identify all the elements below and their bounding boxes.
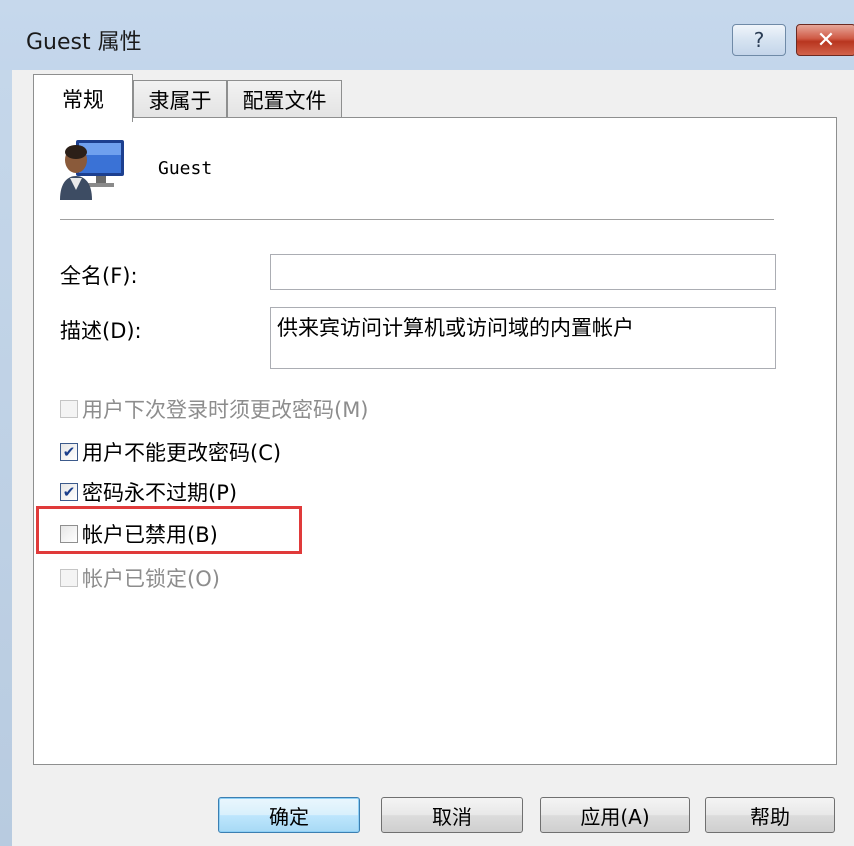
option-cannot-change-password[interactable]: ✔ 用户不能更改密码(C) xyxy=(60,438,281,466)
tab-profile-label: 配置文件 xyxy=(242,88,327,113)
ok-button[interactable]: 确定 xyxy=(218,797,360,833)
highlight-annotation xyxy=(36,506,302,554)
window-frame-left xyxy=(0,70,12,846)
fullname-label: 全名(F): xyxy=(60,264,138,288)
help-button-label: 帮助 xyxy=(750,804,790,829)
username-text: Guest xyxy=(158,158,213,179)
apply-button-label: 应用(A) xyxy=(580,804,650,829)
window-title: Guest 属性 xyxy=(26,30,142,55)
help-button[interactable]: 帮助 xyxy=(705,797,835,833)
cannot-change-password-label: 用户不能更改密码(C) xyxy=(82,441,282,465)
tab-general-label: 常规 xyxy=(62,87,104,112)
header-divider xyxy=(60,219,774,221)
cannot-change-password-checkbox[interactable]: ✔ xyxy=(60,443,78,461)
account-locked-label: 帐户已锁定(O) xyxy=(82,567,220,591)
cancel-button[interactable]: 取消 xyxy=(381,797,523,833)
properties-dialog: Guest 属性 ? ✕ 常规 隶属于 配置文件 Guest 全名(F): 描述… xyxy=(0,0,854,846)
password-never-expires-label: 密码永不过期(P) xyxy=(82,481,238,505)
question-icon: ? xyxy=(753,28,765,52)
ok-button-label: 确定 xyxy=(269,804,309,829)
user-account-icon xyxy=(60,140,124,200)
account-locked-checkbox[interactable] xyxy=(60,569,78,587)
option-must-change-password[interactable]: 用户下次登录时须更改密码(M) xyxy=(60,395,369,423)
password-never-expires-checkbox[interactable]: ✔ xyxy=(60,483,78,501)
description-field[interactable]: 供来宾访问计算机或访问域的内置帐户 xyxy=(270,307,776,369)
tab-member-of-label: 隶属于 xyxy=(148,88,212,113)
help-title-button[interactable]: ? xyxy=(732,24,786,56)
description-label: 描述(D): xyxy=(60,319,142,343)
must-change-password-label: 用户下次登录时须更改密码(M) xyxy=(82,398,369,422)
apply-button[interactable]: 应用(A) xyxy=(540,797,690,833)
tab-general[interactable]: 常规 xyxy=(33,74,133,122)
must-change-password-checkbox[interactable] xyxy=(60,400,78,418)
cancel-button-label: 取消 xyxy=(432,804,472,829)
title-bar[interactable]: Guest 属性 ? ✕ xyxy=(0,0,854,70)
option-password-never-expires[interactable]: ✔ 密码永不过期(P) xyxy=(60,478,237,506)
close-button[interactable]: ✕ xyxy=(796,24,854,56)
close-icon: ✕ xyxy=(816,27,836,53)
option-account-locked[interactable]: 帐户已锁定(O) xyxy=(60,564,220,592)
tab-profile[interactable]: 配置文件 xyxy=(227,80,342,118)
fullname-field[interactable] xyxy=(270,254,776,290)
tab-member-of[interactable]: 隶属于 xyxy=(133,80,227,118)
